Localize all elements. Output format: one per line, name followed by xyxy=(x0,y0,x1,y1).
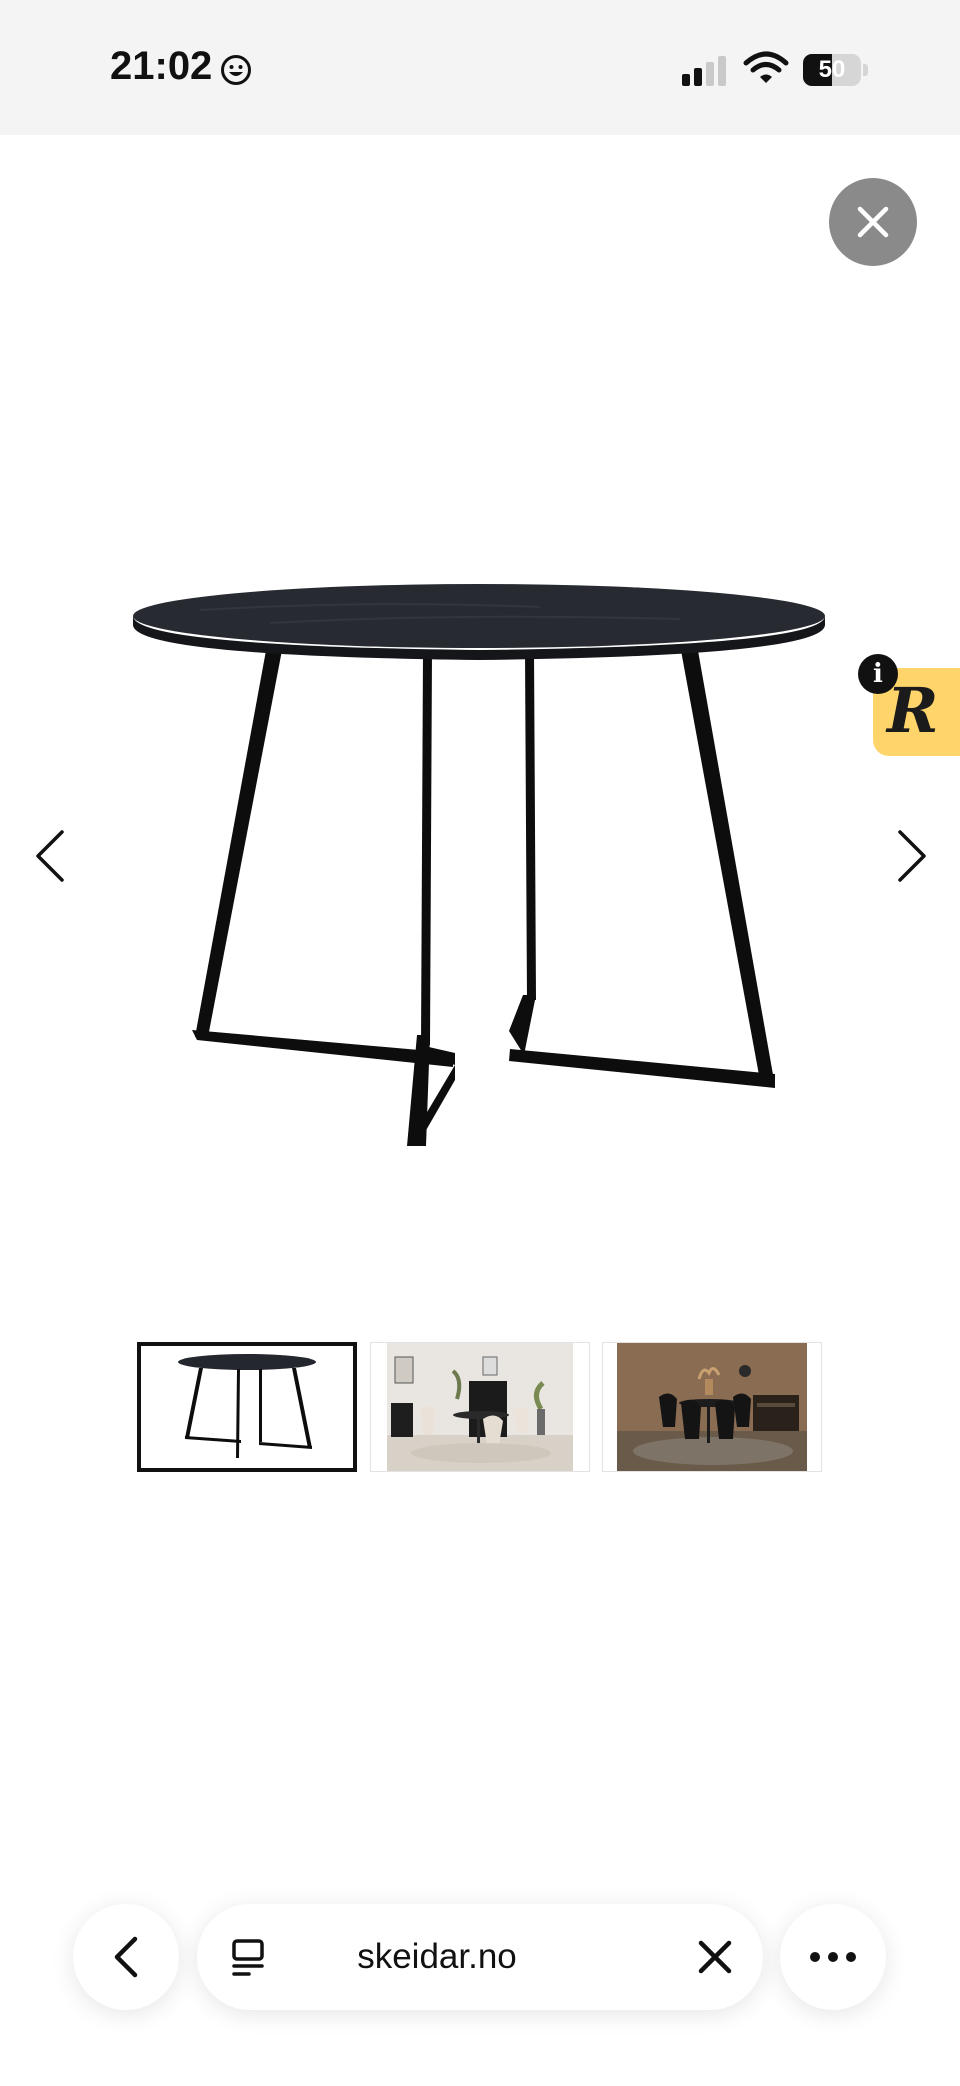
thumbnail-room-light-image xyxy=(371,1343,589,1471)
address-bar[interactable]: skeidar.no xyxy=(197,1904,763,2010)
status-time: 21:02 xyxy=(110,44,213,88)
thumbnail-table[interactable] xyxy=(137,1342,357,1472)
wifi-icon xyxy=(743,51,789,83)
thumbnail-room-dark[interactable] xyxy=(602,1342,822,1472)
more-dots-icon xyxy=(810,1952,856,1962)
back-button[interactable] xyxy=(73,1904,179,2010)
info-icon[interactable]: i xyxy=(858,654,898,694)
thumbnail-room-dark-image xyxy=(603,1343,821,1471)
browser-toolbar: skeidar.no xyxy=(0,1880,960,2086)
battery-indicator: 50 xyxy=(803,54,869,86)
more-button[interactable] xyxy=(780,1904,886,2010)
tabs-icon[interactable] xyxy=(231,1938,267,1978)
close-icon xyxy=(857,206,889,238)
product-image xyxy=(133,584,825,1146)
cellular-signal-icon xyxy=(682,56,726,86)
battery-cap xyxy=(863,64,868,76)
battery-body: 50 xyxy=(803,54,861,86)
url-text[interactable]: skeidar.no xyxy=(287,1904,587,2010)
chevron-right-icon[interactable] xyxy=(890,826,934,886)
close-icon[interactable] xyxy=(697,1939,733,1975)
chevron-left-icon[interactable] xyxy=(28,826,72,886)
close-button[interactable] xyxy=(829,178,917,266)
battery-level: 50 xyxy=(818,56,846,83)
thumbnail-room-light[interactable] xyxy=(370,1342,590,1472)
thumbnail-strip xyxy=(137,1342,825,1474)
status-bar: 21:02 50 xyxy=(0,0,960,135)
chevron-left-icon xyxy=(114,1936,138,1978)
smiling-face-icon xyxy=(221,55,251,85)
thumbnail-table-image xyxy=(178,1354,316,1458)
